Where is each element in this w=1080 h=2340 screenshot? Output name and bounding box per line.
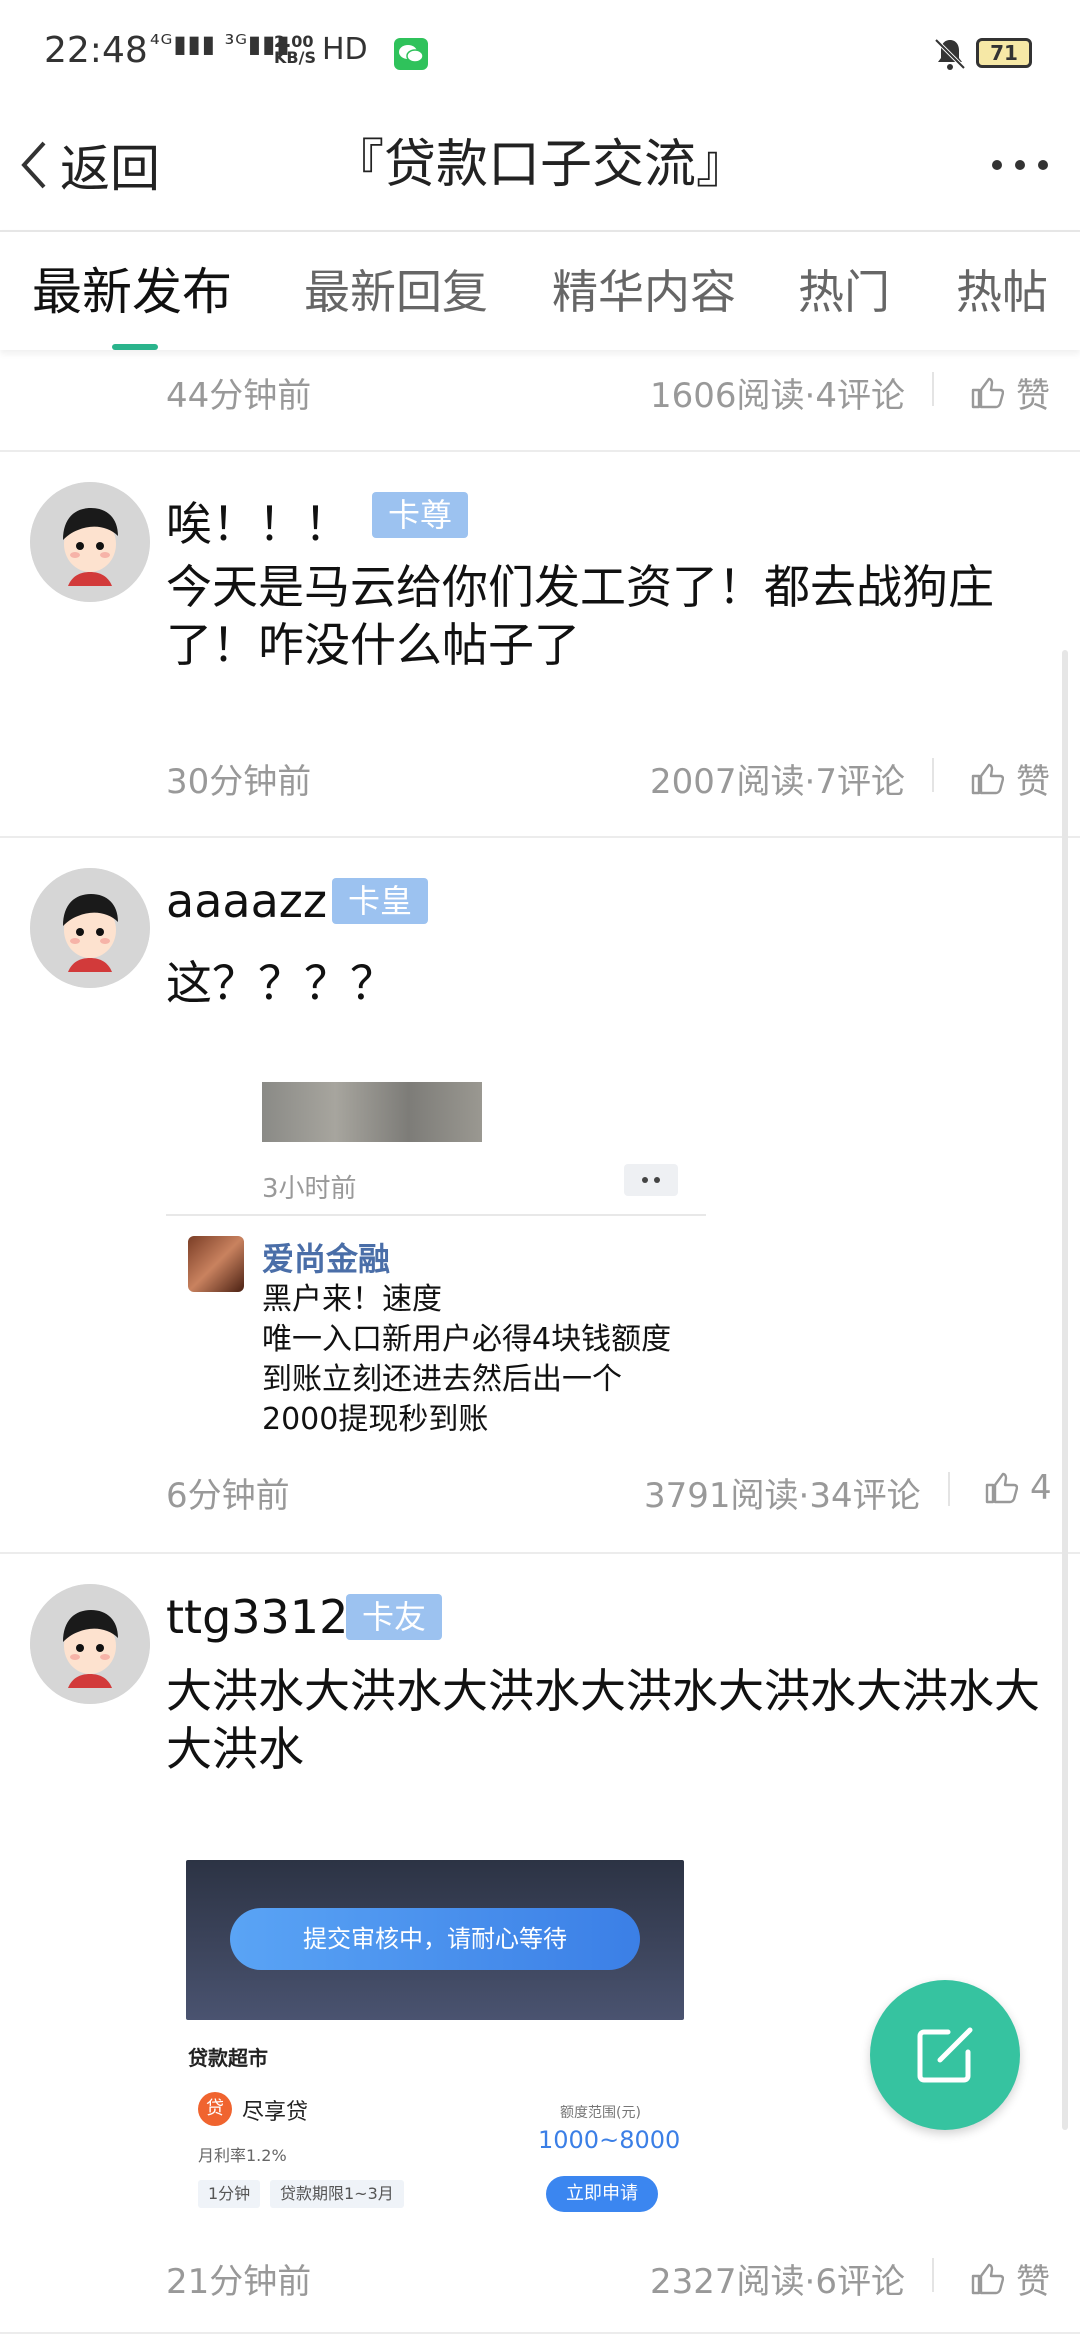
tab-latest-posts[interactable]: 最新发布 xyxy=(32,232,232,352)
divider xyxy=(948,1472,950,1506)
like-button[interactable]: 赞 xyxy=(970,754,1050,803)
post-time: 21分钟前 xyxy=(166,2262,312,2302)
post-content[interactable]: 这？？？？ xyxy=(166,954,1046,1012)
like-button[interactable]: 赞 xyxy=(970,368,1050,417)
compose-button[interactable] xyxy=(870,1980,1020,2130)
username[interactable]: 唉！！！ xyxy=(166,488,350,554)
loan-app-name: 尽享贷 xyxy=(242,2100,309,2125)
avatar[interactable] xyxy=(30,482,150,602)
post-time: 30分钟前 xyxy=(166,762,312,802)
loan-app-icon: 贷 xyxy=(198,2092,232,2126)
active-tab-indicator xyxy=(112,344,158,350)
avatar[interactable] xyxy=(30,868,150,988)
user-rank-badge: 卡尊 xyxy=(372,492,469,538)
divider xyxy=(932,2258,934,2292)
hd-indicator: HD xyxy=(322,32,368,67)
post-time: 6分钟前 xyxy=(166,1476,290,1516)
network-speed: 2.00 KB/S xyxy=(274,34,316,66)
edit-icon xyxy=(917,2027,973,2083)
like-button[interactable]: 赞 xyxy=(970,2254,1050,2303)
ad-text[interactable]: 黑户来！速度 唯一入口新用户必得4块钱额度到账立刻还进去然后出一个2000提现秒… xyxy=(262,1280,692,1440)
title-bar: 『贷款口子交流』 返回 xyxy=(0,100,1080,230)
apply-now-button: 立即申请 xyxy=(546,2176,658,2212)
post-content[interactable]: 大洪水大洪水大洪水大洪水大洪水大洪水大大洪水 xyxy=(166,1662,1046,1778)
ad-account-name[interactable]: 爱尚金融 xyxy=(262,1234,390,1280)
post-footer: 30分钟前 2007阅读·7评论 赞 xyxy=(0,754,1080,814)
username[interactable]: aaaazz xyxy=(166,874,327,928)
thumbs-up-icon xyxy=(971,377,1004,408)
post-item[interactable]: 44分钟前 1606阅读·4评论 赞 xyxy=(0,350,1080,452)
loan-market-title: 贷款超市 xyxy=(188,2046,268,2070)
network-speed-unit: KB/S xyxy=(274,48,316,67)
shared-time: 3小时前 xyxy=(262,1174,357,1204)
tab-featured[interactable]: 精华内容 xyxy=(552,232,736,352)
post-time: 44分钟前 xyxy=(166,376,312,416)
more-options-icon[interactable] xyxy=(992,140,1048,190)
post-item[interactable]: aaaazz 卡皇 这？？？？ 3小时前 爱尚金融 黑户来！速度 唯一入口新用户… xyxy=(0,838,1080,1554)
avatar[interactable] xyxy=(30,1584,150,1704)
chevron-left-icon xyxy=(21,141,46,189)
back-button[interactable]: 返回 xyxy=(20,120,160,210)
tab-latest-replies[interactable]: 最新回复 xyxy=(304,232,488,352)
user-rank-badge: 卡皇 xyxy=(332,878,429,924)
review-banner: 提交审核中，请耐心等待 xyxy=(230,1908,640,1970)
user-rank-badge: 卡友 xyxy=(346,1594,443,1640)
battery-indicator: 71 xyxy=(976,38,1032,68)
thumbs-up-icon xyxy=(971,763,1004,794)
wechat-icon xyxy=(394,38,428,70)
like-label: 赞 xyxy=(1016,376,1050,416)
more-options-icon[interactable] xyxy=(624,1164,678,1196)
post-item[interactable]: 唉！！！ 卡尊 今天是马云给你们发工资了！都去战狗庄了！咋没什么帖子了 30分钟… xyxy=(0,452,1080,838)
avatar[interactable] xyxy=(188,1236,244,1292)
scrollbar[interactable] xyxy=(1062,650,1068,2130)
status-bar: 22:48 ⁴ᴳ▮▮▮ ³ᴳ▮▮▮ 2.00 KB/S HD 71 xyxy=(0,0,1080,100)
loan-tag: 贷款期限1~3月 xyxy=(270,2180,404,2208)
post-item[interactable]: ttg3312 卡友 大洪水大洪水大洪水大洪水大洪水大洪水大大洪水 提交审核中，… xyxy=(0,1554,1080,2334)
page-title: 『贷款口子交流』 xyxy=(331,135,748,195)
post-image[interactable]: 提交审核中，请耐心等待 xyxy=(186,1860,684,2020)
divider xyxy=(166,1214,706,1216)
loan-rate: 月利率1.2% xyxy=(198,2146,287,2165)
post-stats: 2007阅读·7评论 xyxy=(650,762,905,802)
post-footer: 21分钟前 2327阅读·6评论 赞 xyxy=(0,2254,1080,2314)
post-footer: 44分钟前 1606阅读·4评论 赞 xyxy=(0,368,1080,428)
status-time: 22:48 xyxy=(44,30,148,71)
tab-hot[interactable]: 热门 xyxy=(798,232,890,352)
tab-hot-threads[interactable]: 热帖 xyxy=(956,232,1048,352)
username[interactable]: ttg3312 xyxy=(166,1590,348,1644)
loan-range-label: 额度范围(元) xyxy=(560,2105,641,2121)
post-stats: 1606阅读·4评论 xyxy=(650,376,905,416)
post-stats: 3791阅读·34评论 xyxy=(644,1476,921,1516)
thumbs-up-icon xyxy=(985,1472,1018,1504)
like-count: 4 xyxy=(1030,1468,1052,1508)
like-label: 赞 xyxy=(1016,2262,1050,2302)
like-button[interactable]: 4 xyxy=(984,1468,1052,1508)
shared-image-thumbnail[interactable] xyxy=(262,1082,482,1142)
divider xyxy=(932,372,934,406)
thumbs-up-icon xyxy=(971,2263,1004,2294)
tab-bar: 最新发布 最新回复 精华内容 热门 热帖 xyxy=(0,230,1080,350)
post-stats: 2327阅读·6评论 xyxy=(650,2262,905,2302)
post-content[interactable]: 今天是马云给你们发工资了！都去战狗庄了！咋没什么帖子了 xyxy=(166,558,1046,674)
post-footer: 6分钟前 3791阅读·34评论 4 xyxy=(0,1468,1080,1528)
divider xyxy=(932,758,934,792)
like-label: 赞 xyxy=(1016,762,1050,802)
mute-bell-icon xyxy=(932,36,968,72)
back-label: 返回 xyxy=(60,140,160,198)
signal-icon: ⁴ᴳ▮▮▮ ³ᴳ▮▮▮ xyxy=(150,30,291,58)
loan-tag: 1分钟 xyxy=(198,2180,261,2208)
loan-range-value: 1000~8000 xyxy=(538,2126,681,2154)
